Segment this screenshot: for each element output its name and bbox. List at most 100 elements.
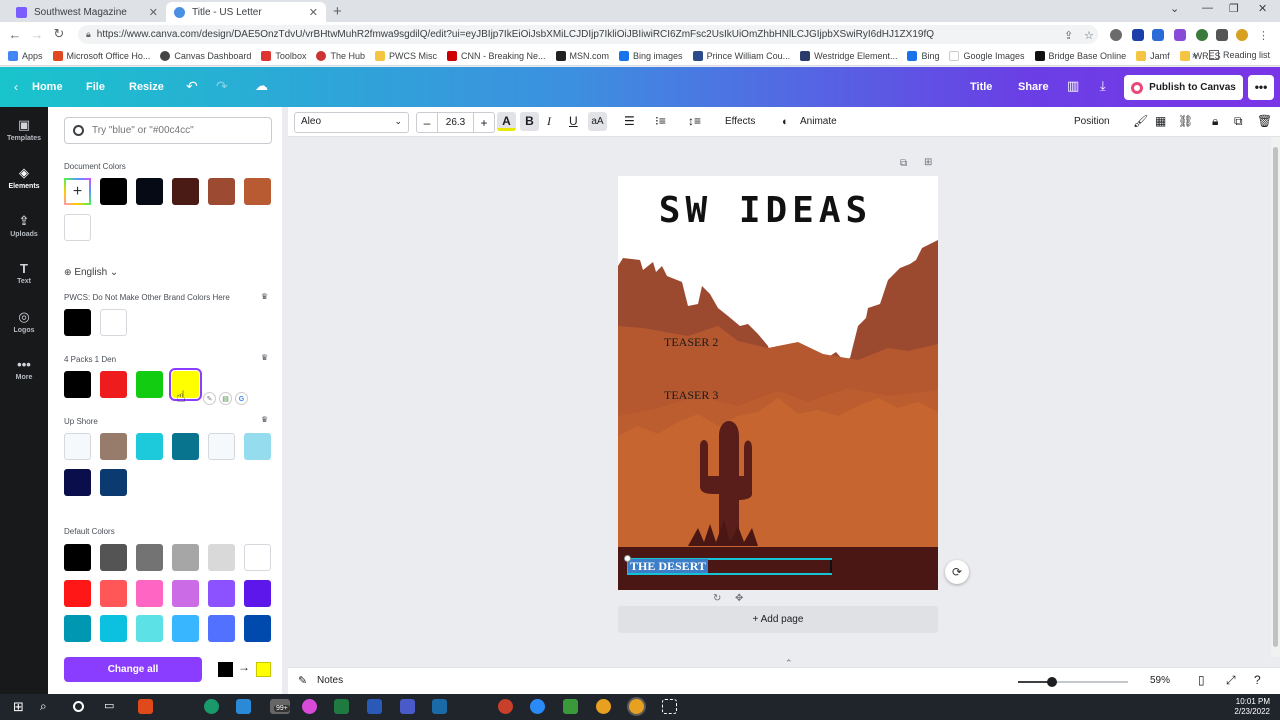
bookmark-pwcs-misc[interactable]: PWCS Misc — [374, 50, 437, 61]
default-swatch[interactable] — [172, 580, 199, 607]
panel-collapse-handle[interactable] — [282, 107, 288, 694]
insights-chart-icon[interactable]: ▥ — [1067, 78, 1079, 94]
default-swatch[interactable] — [64, 615, 91, 642]
redo-icon[interactable]: ↷ — [216, 78, 228, 95]
zoom-slider-knob[interactable] — [1047, 677, 1057, 687]
bold-button[interactable]: B — [520, 112, 539, 131]
help-icon[interactable]: ? — [1254, 673, 1261, 687]
effects-button[interactable]: Effects — [725, 116, 755, 127]
upshore-swatch[interactable] — [172, 433, 199, 460]
resize-handle-right[interactable] — [830, 560, 832, 573]
close-tab-icon[interactable]: ✕ — [149, 6, 158, 19]
font-size-value[interactable]: 26.3 — [437, 113, 474, 132]
zoom-percentage[interactable]: 59% — [1150, 675, 1170, 686]
bookmark-bing-images[interactable]: Bing images — [619, 50, 683, 61]
new-extension-icon[interactable] — [1152, 29, 1164, 41]
url-field[interactable]: 🔒︎ https://www.canva.com/design/DAE5OnzT… — [78, 25, 1098, 44]
kebab-menu-icon[interactable]: ⋮ — [1258, 29, 1270, 42]
calculator-icon[interactable] — [563, 699, 578, 714]
color-search-input[interactable] — [92, 125, 262, 136]
google-icon[interactable]: G — [235, 392, 248, 405]
comment-icon[interactable]: ▤ — [219, 392, 232, 405]
task-view-icon[interactable]: ▭ — [104, 699, 119, 714]
bookmark-canvas-dashboard[interactable]: Canvas Dashboard — [160, 50, 251, 61]
extensions-icon[interactable] — [1216, 29, 1228, 41]
transparency-icon[interactable]: ▦ — [1155, 114, 1166, 128]
bookmark-apps[interactable]: Apps — [8, 50, 43, 61]
bookmark-toolbox[interactable]: Toolbox — [261, 50, 306, 61]
default-swatch[interactable] — [64, 580, 91, 607]
page-count-icon[interactable]: ▯ — [1198, 673, 1205, 687]
upshore-swatch[interactable] — [100, 433, 127, 460]
close-window-icon[interactable]: ✕ — [1258, 2, 1267, 15]
brand-swatch[interactable] — [100, 309, 127, 336]
teams-icon[interactable] — [400, 699, 415, 714]
new-tab-icon[interactable]: + — [333, 3, 342, 20]
default-swatch[interactable] — [100, 544, 127, 571]
lock-icon[interactable]: 🔒︎ — [1212, 114, 1218, 129]
tab-search-icon[interactable]: ⌄ — [1170, 2, 1179, 15]
chevron-left-icon[interactable]: ‹ — [14, 80, 18, 94]
close-tab-icon[interactable]: ✕ — [309, 6, 318, 19]
packs-swatch[interactable] — [100, 371, 127, 398]
selected-text-the-desert[interactable]: THE DESERT — [628, 559, 708, 573]
doc-swatch[interactable] — [100, 178, 127, 205]
c-extension-icon[interactable] — [1132, 29, 1144, 41]
rail-uploads[interactable]: ⇪ Uploads — [0, 213, 48, 238]
puzzle-extension-icon[interactable] — [1174, 29, 1186, 41]
default-swatch[interactable] — [208, 615, 235, 642]
more-options-button[interactable]: ••• — [1248, 75, 1274, 100]
file-menu-button[interactable]: File — [86, 81, 105, 93]
fullscreen-icon[interactable]: ⤢ — [1226, 673, 1236, 688]
photos-icon[interactable] — [236, 699, 251, 714]
language-dropdown[interactable]: ⊕ English ⌄ — [64, 267, 118, 278]
rail-more[interactable]: ••• More — [0, 357, 48, 381]
powerpoint-icon[interactable] — [498, 699, 513, 714]
align-left-icon[interactable]: ☰ — [624, 114, 635, 128]
upshore-swatch[interactable] — [64, 469, 91, 496]
publish-to-canvas-button[interactable]: Publish to Canvas — [1124, 75, 1243, 100]
position-button[interactable]: Position — [1074, 116, 1110, 127]
rail-templates[interactable]: ▣ Templates — [0, 117, 48, 142]
minimize-icon[interactable]: — — [1202, 2, 1213, 14]
office-taskbar-icon[interactable] — [138, 699, 153, 714]
doc-swatch[interactable] — [136, 178, 163, 205]
design-page[interactable]: SW IDEAS TEASER 2 TEASER 3 — [618, 176, 938, 590]
increase-size-button[interactable]: + — [474, 116, 494, 130]
default-swatch[interactable] — [208, 580, 235, 607]
wordpress-extension-icon[interactable] — [1110, 29, 1122, 41]
duplicate-icon[interactable]: ⧉ — [1234, 114, 1243, 129]
reading-list-link[interactable]: Reading list — [1223, 50, 1270, 60]
design-title[interactable]: Title — [970, 81, 992, 93]
default-swatch[interactable] — [136, 615, 163, 642]
default-swatch[interactable] — [100, 580, 127, 607]
bookmark-the-hub[interactable]: The Hub — [316, 50, 365, 61]
bookmark-jamf[interactable]: Jamf — [1136, 50, 1170, 61]
teaser-2-text[interactable]: TEASER 2 — [664, 335, 718, 350]
extension-icon[interactable] — [1196, 29, 1208, 41]
word-icon[interactable] — [367, 699, 382, 714]
excel-icon[interactable] — [334, 699, 349, 714]
edge-icon[interactable] — [204, 699, 219, 714]
letter-case-button[interactable]: aA — [588, 112, 607, 131]
edit-icon[interactable]: ✎ — [203, 392, 216, 405]
doc-swatch[interactable] — [64, 214, 91, 241]
bookmark-cnn[interactable]: CNN - Breaking Ne... — [446, 50, 546, 61]
default-swatch[interactable] — [136, 580, 163, 607]
back-icon[interactable]: ← — [4, 27, 26, 42]
bookmark-bing[interactable]: Bing — [907, 50, 939, 61]
upshore-swatch[interactable] — [64, 433, 91, 460]
tab-southwest-magazine[interactable]: Southwest Magazine ✕ — [8, 2, 166, 22]
add-page-icon[interactable]: ⊞ — [924, 157, 932, 168]
snipping-tool-icon[interactable] — [662, 699, 677, 714]
rail-elements[interactable]: ◈ Elements — [0, 165, 48, 190]
rotate-icon[interactable]: ↻ — [713, 593, 721, 604]
download-icon[interactable]: ⤓ — [1100, 78, 1106, 94]
chrome-active-icon[interactable] — [629, 699, 644, 714]
change-all-button[interactable]: Change all — [64, 657, 202, 682]
move-icon[interactable]: ✥ — [735, 593, 743, 604]
refresh-icon[interactable]: ⟳ — [945, 560, 969, 584]
underline-button[interactable]: U — [569, 114, 578, 128]
doc-swatch[interactable] — [172, 178, 199, 205]
doc-swatch[interactable] — [208, 178, 235, 205]
